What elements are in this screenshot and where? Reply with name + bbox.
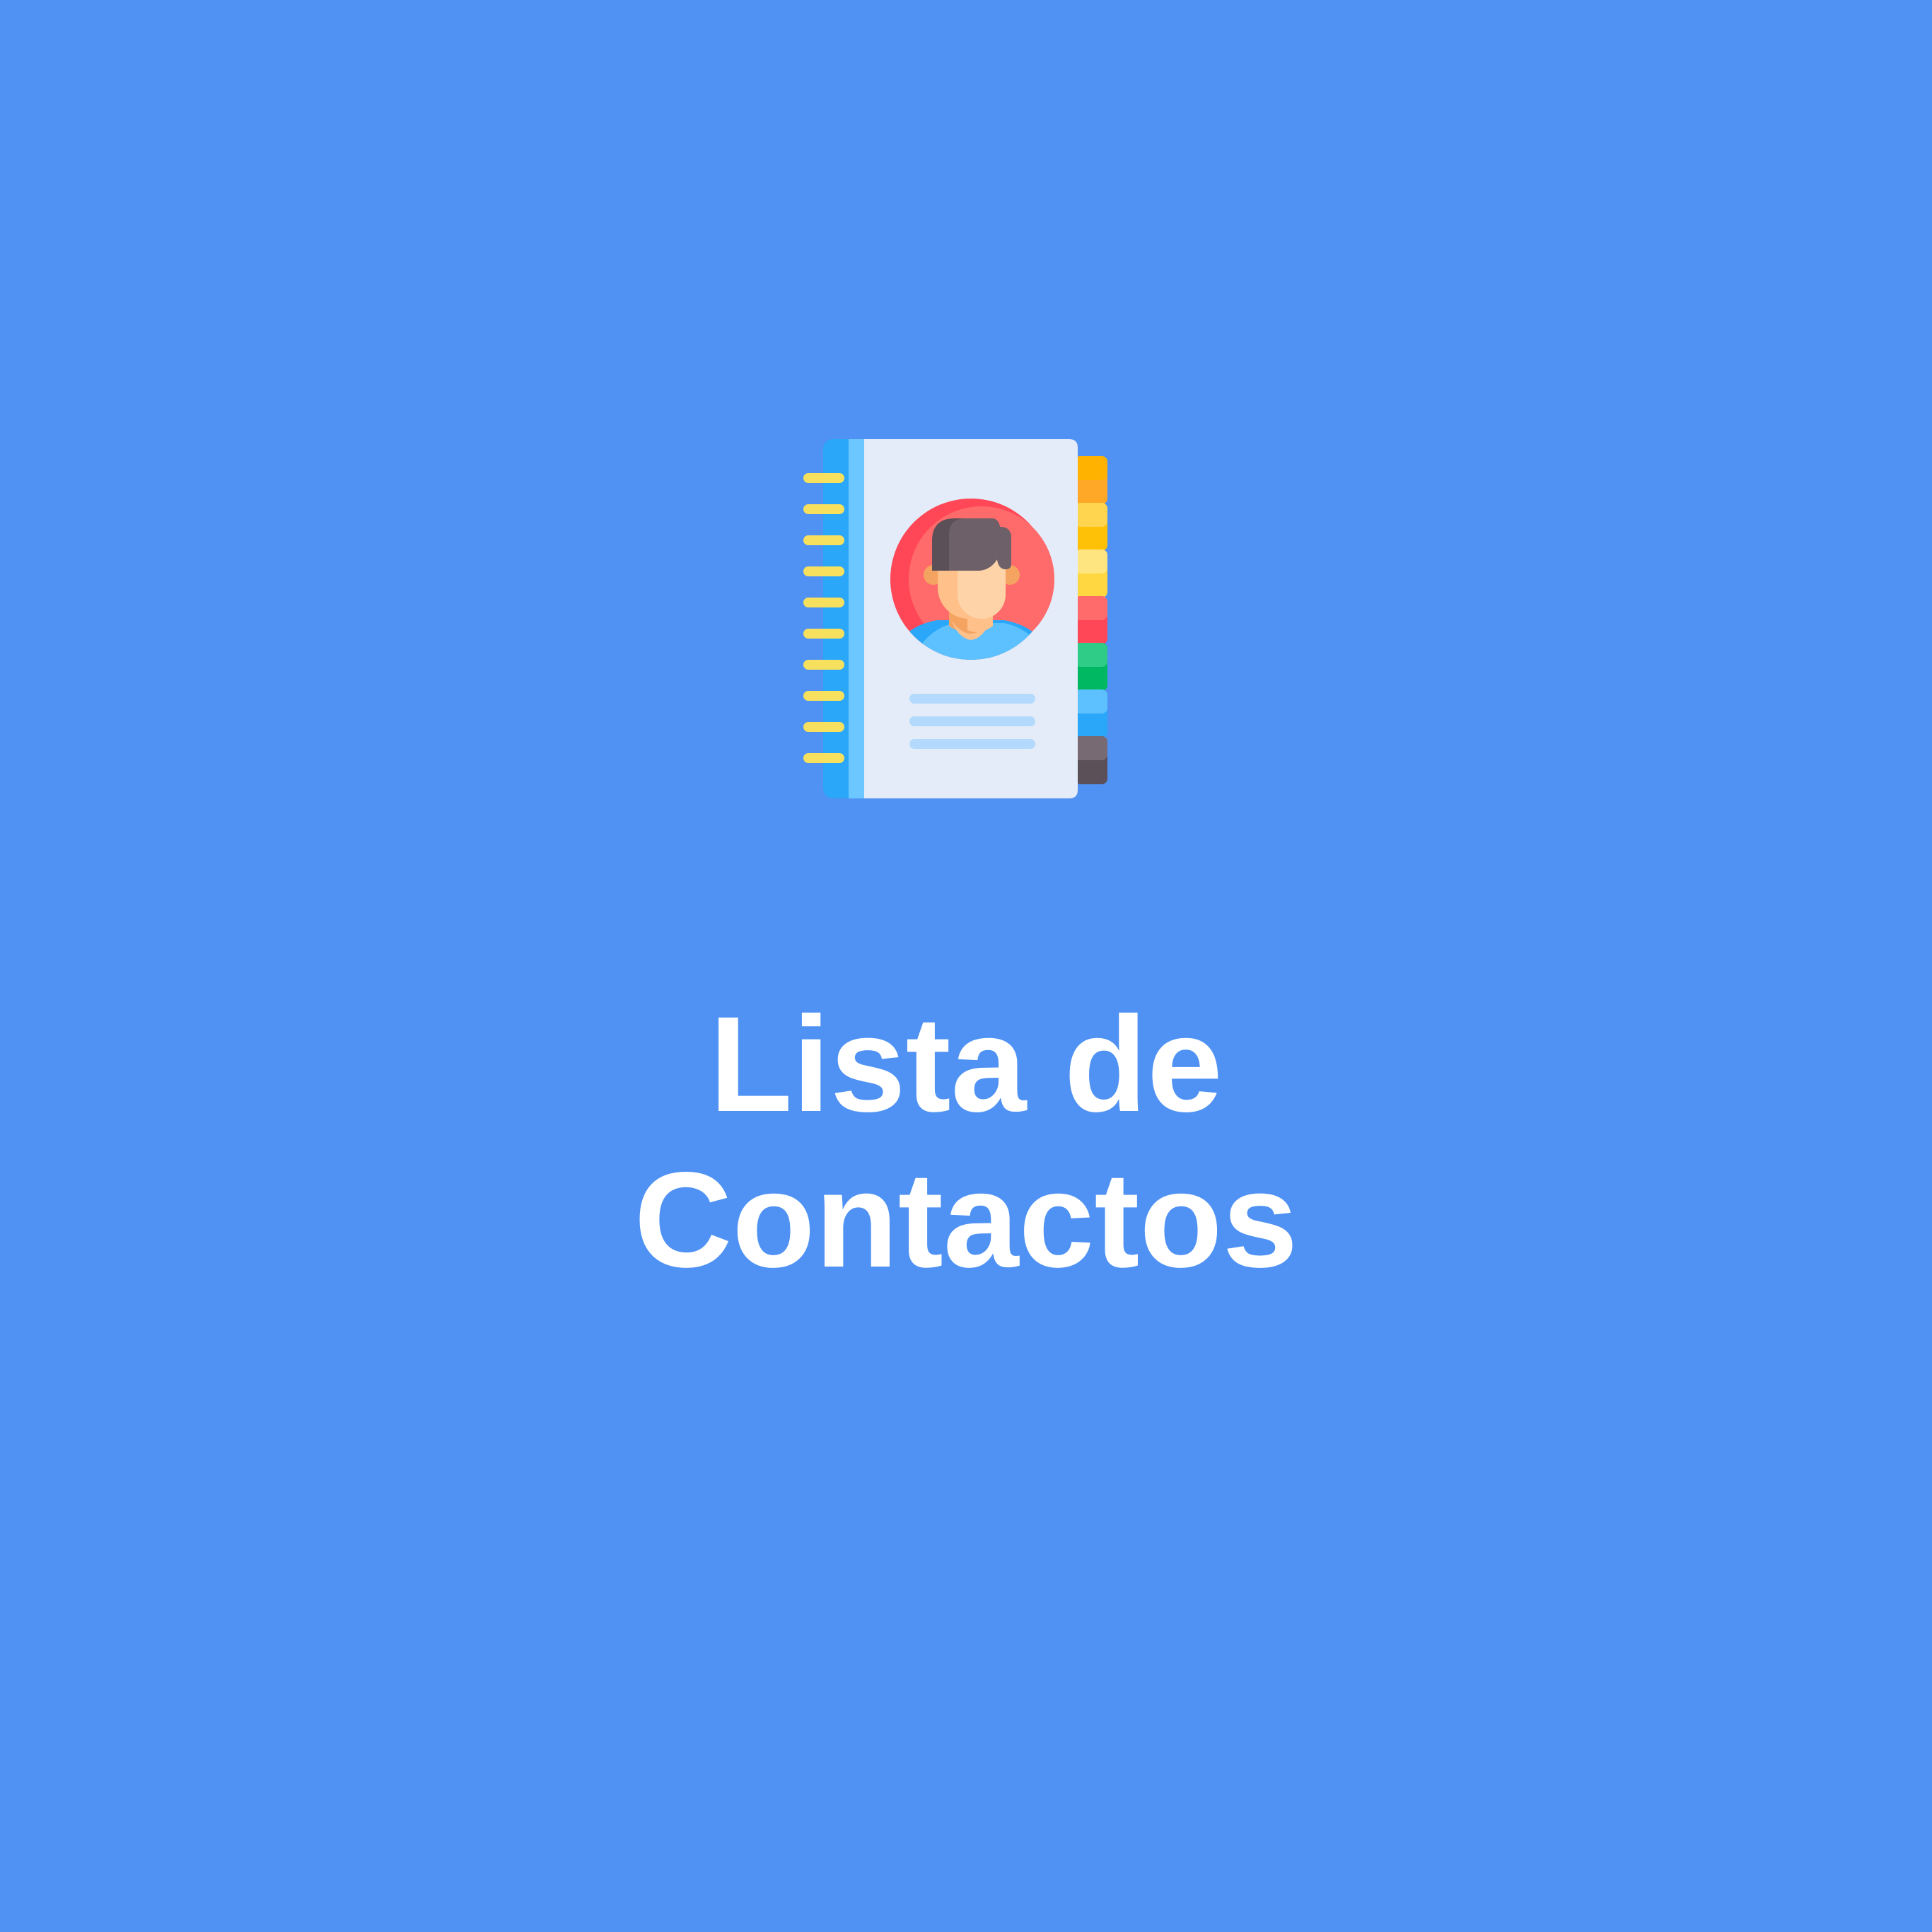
app-title-line-2: Contactos [634,1144,1298,1296]
app-title-line-1: Lista de [709,988,1223,1140]
index-tabs [1075,456,1107,784]
contact-detail-lines [909,694,1035,749]
contact-book-icon [792,435,1117,803]
splash-screen: Lista de Contactos [0,0,1932,1932]
app-title: Lista de Contactos [0,987,1932,1298]
